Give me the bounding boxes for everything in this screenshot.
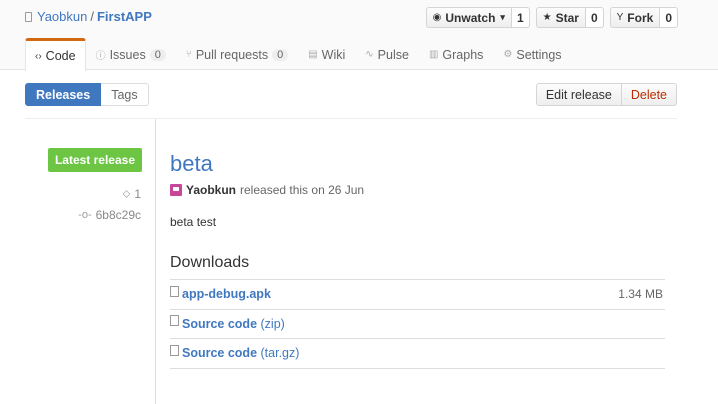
download-size: 1.34 MB xyxy=(618,287,663,302)
star-icon: ★ xyxy=(542,12,552,23)
eye-icon: ◉ xyxy=(432,12,442,23)
repo-header: Yaobkun / FirstAPP ◉ Unwatch ▾ 1 ★ Star 0 … xyxy=(0,0,718,71)
graph-icon: ▥ xyxy=(428,49,439,60)
release-author-line: Yaobkun released this on 26 Jun xyxy=(170,183,364,197)
tab-issues-label: Issues xyxy=(109,47,146,62)
pulse-icon: ∿ xyxy=(365,49,374,60)
fork-icon: Y xyxy=(616,12,624,23)
tab-pulse[interactable]: ∿ Pulse xyxy=(355,38,419,70)
downloads-list: app-debug.apk 1.34 MB Source code (zip) … xyxy=(170,279,665,369)
issue-icon: ⓘ xyxy=(95,51,106,62)
avatar[interactable] xyxy=(170,184,182,196)
fork-action: Y Fork 0 xyxy=(609,7,678,28)
file-zip-icon xyxy=(170,315,179,327)
release-tag-label: 1 xyxy=(134,187,141,201)
subnav-tags[interactable]: Tags xyxy=(101,83,149,106)
tab-pull-requests-label: Pull requests xyxy=(195,47,269,62)
repo-separator: / xyxy=(90,9,94,24)
release-body: beta test xyxy=(170,215,217,229)
repo-name-link[interactable]: FirstAPP xyxy=(97,9,152,24)
download-link[interactable]: Source code (zip) xyxy=(182,317,285,331)
commit-icon: -o- xyxy=(78,209,92,221)
issues-counter: 0 xyxy=(149,48,166,61)
list-item: app-debug.apk 1.34 MB xyxy=(170,280,665,310)
tab-graphs-label: Graphs xyxy=(442,47,484,62)
tab-pulse-label: Pulse xyxy=(377,47,409,62)
book-icon: ▤ xyxy=(308,49,318,60)
download-ext: (zip) xyxy=(257,316,285,331)
list-item: Source code (tar.gz) xyxy=(170,339,665,369)
star-button[interactable]: ★ Star xyxy=(535,7,586,28)
fork-label: Fork xyxy=(627,10,654,25)
download-link[interactable]: Source code (tar.gz) xyxy=(182,346,299,360)
release-commit-label: 6b8c29c xyxy=(95,208,141,222)
download-ext: (tar.gz) xyxy=(257,346,300,361)
subnav-releases[interactable]: Releases xyxy=(25,83,102,106)
package-icon xyxy=(170,285,179,297)
star-action: ★ Star 0 xyxy=(535,7,604,28)
download-name: Source code xyxy=(182,316,258,331)
tab-wiki-label: Wiki xyxy=(321,47,346,62)
tab-graphs[interactable]: ▥ Graphs xyxy=(419,38,493,70)
tag-icon: ⬦ xyxy=(122,187,131,200)
release-meta: Latest release ⬦ 1 -o- 6b8c29c xyxy=(25,119,156,404)
download-link[interactable]: app-debug.apk xyxy=(182,287,271,301)
release-actions: Edit release Delete xyxy=(535,83,677,106)
stargazers-count[interactable]: 0 xyxy=(585,7,604,28)
gear-icon: ⚙ xyxy=(503,49,513,60)
release-title[interactable]: beta xyxy=(170,151,213,177)
author-link[interactable]: Yaobkun xyxy=(186,183,236,197)
release-tag[interactable]: ⬦ 1 xyxy=(123,187,141,201)
download-name: app-debug.apk xyxy=(182,287,271,302)
chevron-down-icon: ▾ xyxy=(500,12,505,22)
tab-settings-label: Settings xyxy=(516,47,562,62)
repo-owner-link[interactable]: Yaobkun xyxy=(37,9,87,24)
tab-code-label: Code xyxy=(45,49,76,63)
code-icon: ‹› xyxy=(35,50,42,62)
download-name: Source code xyxy=(182,346,258,361)
release-commit[interactable]: -o- 6b8c29c xyxy=(78,208,141,222)
edit-release-button[interactable]: Edit release xyxy=(535,83,622,106)
repo-nav: ‹› Code ⓘ Issues 0 ⑂ Pull requests 0 ▤ W… xyxy=(25,38,572,71)
pagehead-actions: ◉ Unwatch ▾ 1 ★ Star 0 Y Fork 0 xyxy=(420,7,678,28)
tab-issues[interactable]: ⓘ Issues 0 xyxy=(86,38,176,70)
unwatch-label: Unwatch xyxy=(445,10,496,25)
repo-title: Yaobkun / FirstAPP xyxy=(25,9,152,24)
watch-action: ◉ Unwatch ▾ 1 xyxy=(425,7,530,28)
watchers-count[interactable]: 1 xyxy=(511,7,530,28)
pull-request-icon: ⑂ xyxy=(185,49,192,60)
released-text: released this on 26 Jun xyxy=(240,183,365,197)
repo-icon xyxy=(25,12,32,22)
forks-count[interactable]: 0 xyxy=(660,7,678,28)
star-label: Star xyxy=(555,10,579,25)
delete-release-button[interactable]: Delete xyxy=(621,83,677,106)
releases-subnav: Releases Tags xyxy=(25,83,149,106)
unwatch-button[interactable]: ◉ Unwatch ▾ xyxy=(425,7,512,28)
latest-release-badge: Latest release xyxy=(47,148,142,172)
downloads-heading: Downloads xyxy=(170,254,250,271)
fork-button[interactable]: Y Fork xyxy=(609,7,661,28)
tab-wiki[interactable]: ▤ Wiki xyxy=(298,38,355,70)
tab-pull-requests[interactable]: ⑂ Pull requests 0 xyxy=(176,38,298,70)
tab-code[interactable]: ‹› Code xyxy=(25,38,86,71)
tab-settings[interactable]: ⚙ Settings xyxy=(493,38,571,70)
file-zip-icon xyxy=(170,344,179,356)
list-item: Source code (zip) xyxy=(170,310,665,339)
pull-requests-counter: 0 xyxy=(272,48,289,61)
